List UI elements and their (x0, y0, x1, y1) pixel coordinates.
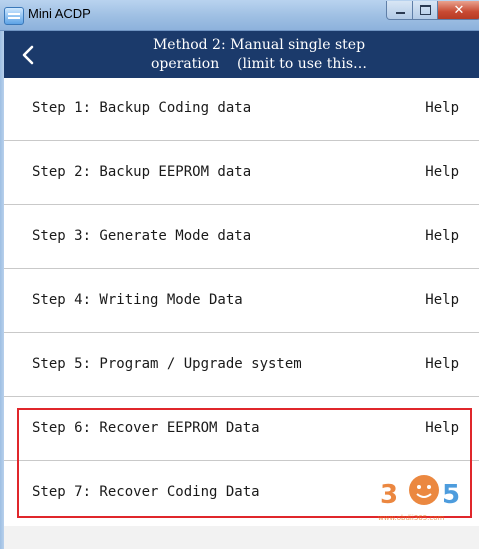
back-button[interactable] (16, 43, 42, 67)
help-button[interactable]: Help (425, 228, 459, 244)
maximize-button[interactable] (412, 1, 439, 20)
step-label: Step 7: Recover Coding Data (32, 484, 260, 500)
step-row-6[interactable]: Step 6: Recover EEPROM Data Help (4, 398, 479, 461)
close-button[interactable]: ✕ (437, 1, 479, 20)
step-label: Step 6: Recover EEPROM Data (32, 420, 260, 436)
step-label: Step 5: Program / Upgrade system (32, 356, 302, 372)
app-icon (4, 7, 24, 25)
window-titlebar[interactable]: Mini ACDP ✕ (0, 0, 479, 31)
page-title-line1: Method 2: Manual single step (152, 37, 366, 53)
step-row-1[interactable]: Step 1: Backup Coding data Help (4, 78, 479, 141)
page-title: Method 2: Manual single step operation (… (104, 36, 414, 74)
app-window: Mini ACDP ✕ Method 2: Manual single step… (0, 0, 479, 549)
step-label: Step 4: Writing Mode Data (32, 292, 243, 308)
page-title-line2: operation (limit to use this… (150, 56, 368, 72)
step-row-4[interactable]: Step 4: Writing Mode Data Help (4, 270, 479, 333)
step-label: Step 1: Backup Coding data (32, 100, 252, 116)
step-label: Step 3: Generate Mode data (32, 228, 252, 244)
maximize-icon (420, 5, 431, 15)
minimize-icon (395, 12, 405, 14)
step-label: Step 2: Backup EEPROM data (32, 164, 252, 180)
window-title: Mini ACDP (28, 6, 91, 21)
watermark-logo: 3 5 www.obdii365.com (378, 475, 460, 522)
close-icon: ✕ (453, 2, 465, 18)
svg-text:5: 5 (442, 480, 460, 510)
help-button[interactable]: Help (425, 100, 459, 116)
svg-text:3: 3 (380, 480, 398, 510)
help-button[interactable]: Help (425, 292, 459, 308)
svg-text:www.obdii365.com: www.obdii365.com (378, 514, 445, 522)
help-button[interactable]: Help (425, 164, 459, 180)
help-button[interactable]: Help (425, 356, 459, 372)
chevron-left-icon (22, 45, 34, 65)
step-row-3[interactable]: Step 3: Generate Mode data Help (4, 206, 479, 269)
list-footer (4, 526, 479, 549)
help-button[interactable]: Help (425, 420, 459, 436)
step-row-2[interactable]: Step 2: Backup EEPROM data Help (4, 142, 479, 205)
minimize-button[interactable] (386, 1, 414, 20)
step-row-5[interactable]: Step 5: Program / Upgrade system Help (4, 334, 479, 397)
page-header: Method 2: Manual single step operation (… (4, 31, 479, 78)
